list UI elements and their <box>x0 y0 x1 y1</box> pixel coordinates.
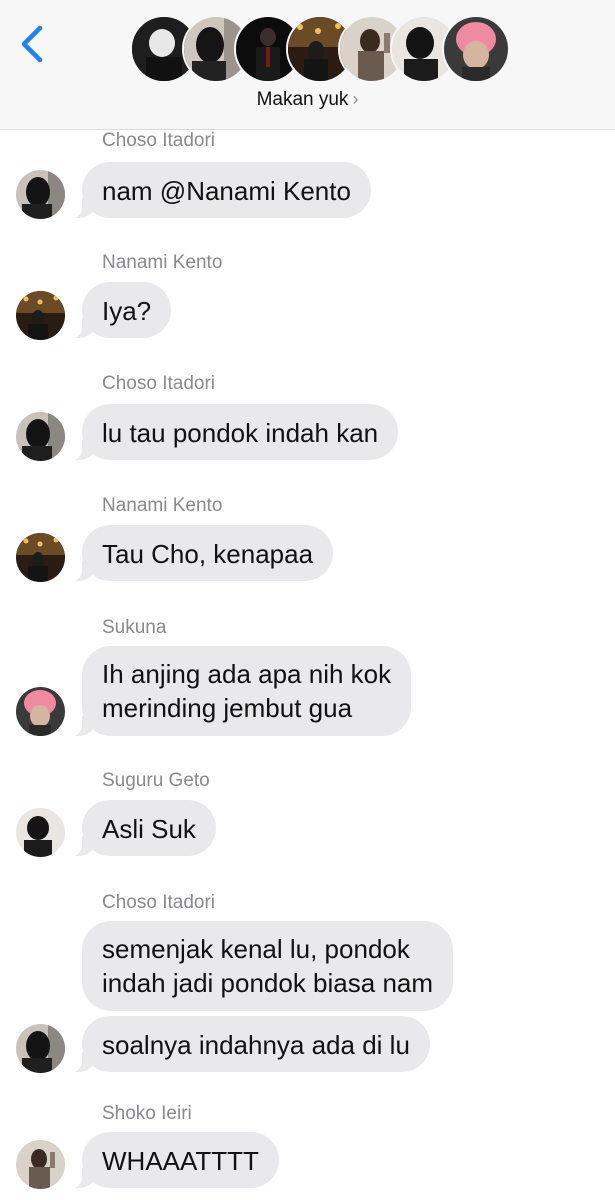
group-name: Makan yuk <box>256 89 349 110</box>
avatar[interactable] <box>16 291 65 340</box>
message-bubble[interactable]: nam @Nanami Kento <box>72 162 371 218</box>
message-text: semenjak kenal lu, pondok <box>102 934 410 964</box>
avatar[interactable] <box>16 1024 65 1073</box>
group-avatars[interactable] <box>130 15 510 83</box>
avatar[interactable] <box>16 1140 65 1189</box>
message-bubble[interactable]: lu tau pondok indah kan <box>71 404 399 460</box>
avatar[interactable] <box>16 687 65 736</box>
message-text: Tau Cho, kenapaa <box>102 539 314 569</box>
group-member-avatar <box>442 15 510 83</box>
chevron-right-icon: › <box>352 89 359 109</box>
chevron-left-icon <box>21 25 43 63</box>
message-text: soalnya indahnya ada di lu <box>102 1030 410 1060</box>
message-text: Ih anjing ada apa nih kok <box>102 659 392 689</box>
message-text: lu tau pondok indah kan <box>102 418 379 448</box>
sender-name: Suguru Geto <box>102 770 210 791</box>
message-bubble[interactable]: Iya? <box>71 282 172 338</box>
message-bubble[interactable]: Tau Cho, kenapaa <box>71 525 334 581</box>
message-text: indah jadi pondok biasa nam <box>102 968 434 998</box>
avatar[interactable] <box>16 533 65 582</box>
back-button[interactable] <box>14 22 54 66</box>
avatar[interactable] <box>16 170 65 219</box>
sender-name: Choso Itadori <box>102 373 216 394</box>
message-text: Iya? <box>102 296 152 326</box>
message-bubble[interactable]: semenjak kenal lu, pondok indah jadi pon… <box>82 921 454 1011</box>
message-bubble[interactable]: soalnya indahnya ada di lu <box>72 1016 430 1072</box>
avatar[interactable] <box>16 412 65 461</box>
sender-name: Choso Itadori <box>102 892 216 913</box>
message-bubble[interactable]: WHAAATTTT <box>72 1132 279 1188</box>
message-text: WHAAATTTT <box>102 1146 259 1176</box>
sender-name: Nanami Kento <box>102 495 223 516</box>
sender-name: Sukuna <box>102 617 167 638</box>
message-text: merinding jembut gua <box>102 693 353 723</box>
sender-name: Nanami Kento <box>102 252 223 273</box>
sender-name: Shoko Ieiri <box>102 1103 192 1124</box>
sender-name: Choso Itadori <box>102 130 216 151</box>
message-bubble[interactable]: Ih anjing ada apa nih kok merinding jemb… <box>71 646 412 736</box>
conversation-header: Makan yuk › <box>0 0 615 130</box>
avatar[interactable] <box>16 808 65 857</box>
group-name-button[interactable]: Makan yuk › <box>0 89 615 111</box>
message-text: Asli Suk <box>102 814 196 844</box>
message-bubble[interactable]: Asli Suk <box>72 800 216 856</box>
message-text: nam @Nanami Kento <box>102 176 351 206</box>
